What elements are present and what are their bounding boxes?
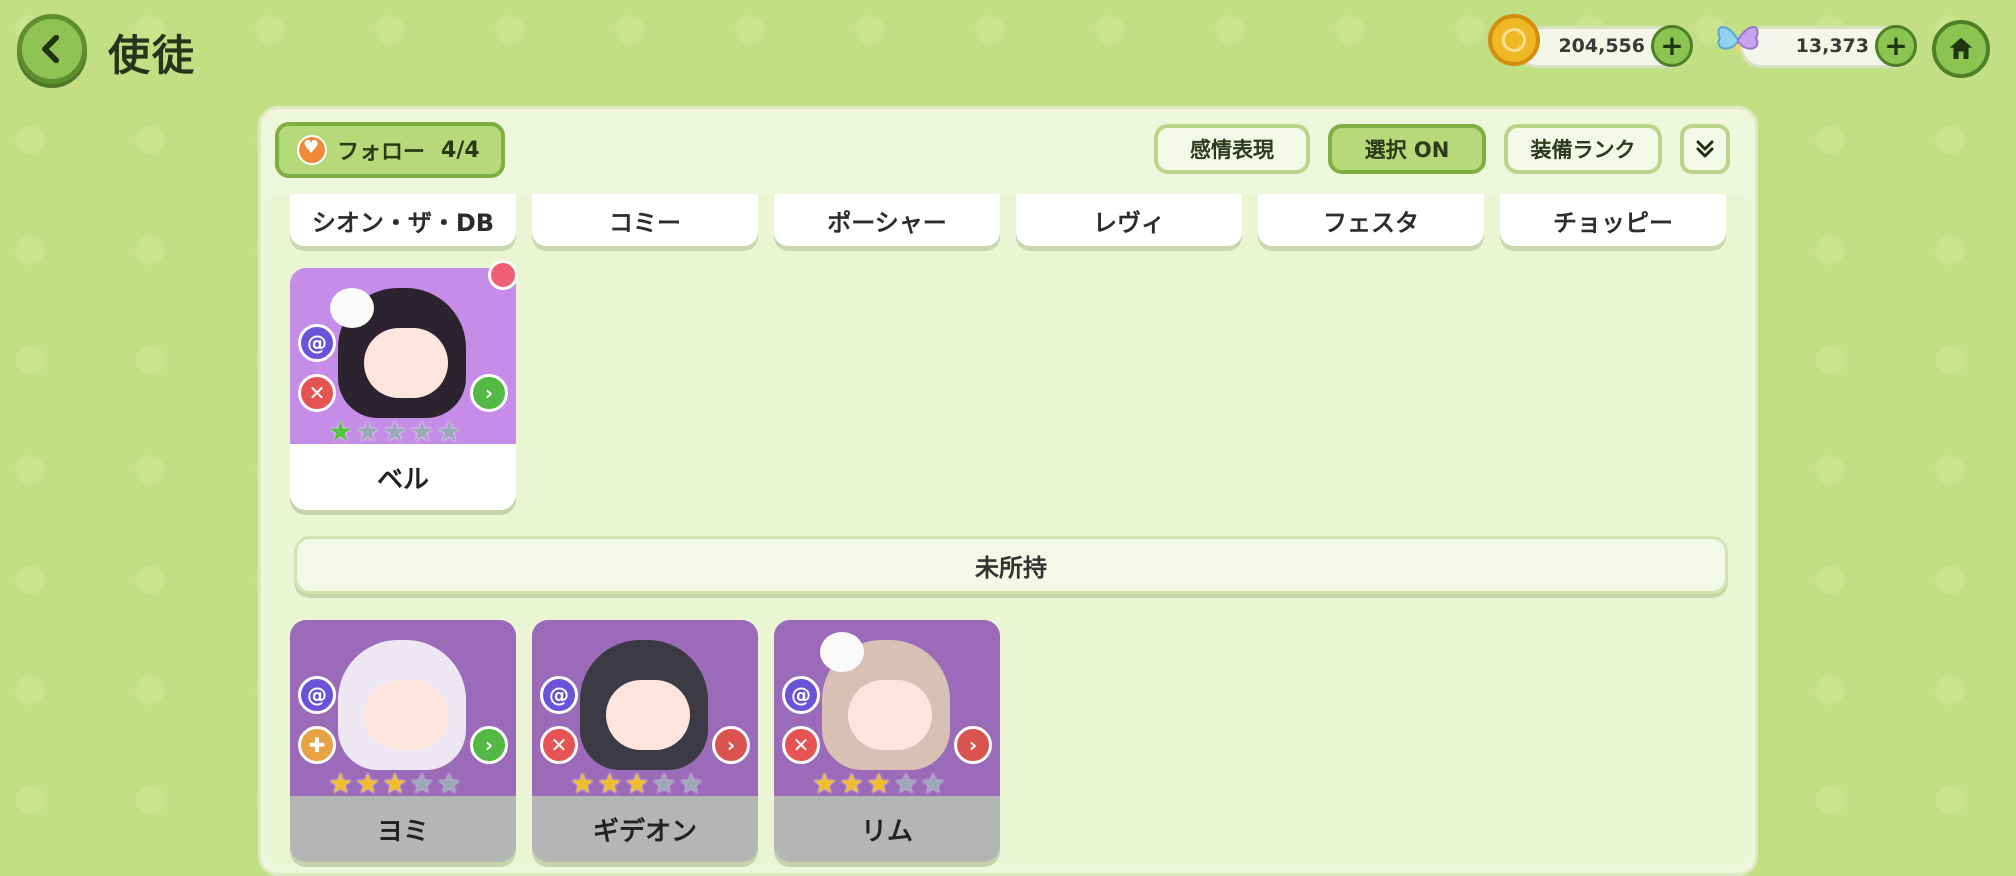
chevron-right-icon[interactable]: › (470, 374, 508, 412)
character-card-partial[interactable]: チョッピー (1500, 194, 1726, 246)
star-icon: ★ (866, 767, 892, 800)
character-name: ベル (290, 444, 516, 510)
follow-count: 4/4 (441, 137, 480, 163)
role-icon: ✚ (298, 726, 336, 764)
character-card-partial[interactable]: レヴィ (1016, 194, 1242, 246)
gem-counter: 13,373 + (1740, 25, 1917, 68)
skull-ornament (820, 632, 864, 672)
star-icon: ★ (812, 767, 838, 800)
element-icon: @ (298, 324, 336, 362)
home-icon (1949, 37, 1973, 59)
character-name: ヨミ (290, 796, 516, 862)
element-icon: @ (782, 676, 820, 714)
emotion-button[interactable]: 感情表現 (1154, 124, 1310, 174)
star-icon: ★ (597, 767, 623, 800)
character-face (364, 680, 448, 750)
character-portrait: @ ✕ › ★ ★ ★ ★ ★ (532, 620, 758, 798)
star-icon: ★ (328, 415, 354, 448)
back-button[interactable] (17, 14, 87, 84)
character-portrait: @ ✚ › ★ ★ ★ ★ ★ (290, 620, 516, 798)
character-card-partial[interactable]: ポーシャー (774, 194, 1000, 246)
flower-icon (488, 260, 518, 290)
star-icon: ★ (382, 767, 408, 800)
star-icon: ★ (678, 767, 704, 800)
star-icon: ★ (328, 767, 354, 800)
character-portrait: @ ✕ › ★ ★ ★ ★ ★ (774, 620, 1000, 798)
heart-icon (297, 135, 327, 165)
star-icon: ★ (436, 415, 462, 448)
follow-label: フォロー (337, 140, 426, 165)
chevron-right-icon[interactable]: › (470, 726, 508, 764)
character-face (364, 328, 448, 398)
role-icon: ✕ (298, 374, 336, 412)
character-name: リム (774, 796, 1000, 862)
star-icon: ★ (436, 767, 462, 800)
butterfly-icon (1717, 26, 1759, 54)
character-face (606, 680, 690, 750)
star-icon: ★ (409, 415, 435, 448)
character-card-rimu[interactable]: @ ✕ › ★ ★ ★ ★ ★ リム (774, 620, 1000, 862)
role-icon: ✕ (540, 726, 578, 764)
star-icon: ★ (355, 767, 381, 800)
star-rating: ★ ★ ★ ★ ★ (328, 770, 462, 798)
star-icon: ★ (651, 767, 677, 800)
star-icon: ★ (355, 415, 381, 448)
character-card-partial[interactable]: コミー (532, 194, 758, 246)
character-card-gideon[interactable]: @ ✕ › ★ ★ ★ ★ ★ ギデオン (532, 620, 758, 862)
chevron-right-icon[interactable]: › (712, 726, 750, 764)
character-card-yomi[interactable]: @ ✚ › ★ ★ ★ ★ ★ ヨミ (290, 620, 516, 862)
expand-button[interactable] (1680, 124, 1730, 174)
star-icon: ★ (839, 767, 865, 800)
chevron-right-icon[interactable]: › (954, 726, 992, 764)
page-title: 使徒 (108, 31, 197, 80)
star-icon: ★ (382, 415, 408, 448)
star-icon: ★ (920, 767, 946, 800)
star-icon: ★ (624, 767, 650, 800)
add-gem-button[interactable]: + (1875, 25, 1917, 67)
home-button[interactable] (1932, 20, 1990, 78)
double-chevron-down-icon (1696, 140, 1714, 158)
star-rating: ★ ★ ★ ★ ★ (812, 770, 946, 798)
star-icon: ★ (409, 767, 435, 800)
gold-counter: 204,556 + (1516, 25, 1693, 68)
add-gold-button[interactable]: + (1651, 25, 1693, 67)
star-rating: ★ ★ ★ ★ ★ (328, 418, 462, 446)
coin-icon (1488, 14, 1540, 66)
character-card-partial[interactable]: フェスタ (1258, 194, 1484, 246)
equipment-rank-button[interactable]: 装備ランク (1504, 124, 1662, 174)
character-card-partial[interactable]: シオン・ザ・DB (290, 194, 516, 246)
select-toggle-button[interactable]: 選択 ON (1328, 124, 1486, 174)
unowned-section-header: 未所持 (294, 536, 1728, 594)
skull-ornament (330, 288, 374, 328)
star-icon: ★ (570, 767, 596, 800)
star-rating: ★ ★ ★ ★ ★ (570, 770, 704, 798)
role-icon: ✕ (782, 726, 820, 764)
gold-amount: 204,556 (1558, 35, 1645, 57)
character-name: ギデオン (532, 796, 758, 862)
follow-button[interactable]: フォロー 4/4 (275, 122, 505, 178)
character-card-beru[interactable]: @ ✕ › ★ ★ ★ ★ ★ ベル (290, 268, 516, 510)
element-icon: @ (540, 676, 578, 714)
star-icon: ★ (893, 767, 919, 800)
character-face (848, 680, 932, 750)
gem-amount: 13,373 (1795, 35, 1869, 57)
element-icon: @ (298, 676, 336, 714)
chevron-left-icon (42, 34, 60, 64)
character-portrait: @ ✕ › ★ ★ ★ ★ ★ (290, 268, 516, 446)
